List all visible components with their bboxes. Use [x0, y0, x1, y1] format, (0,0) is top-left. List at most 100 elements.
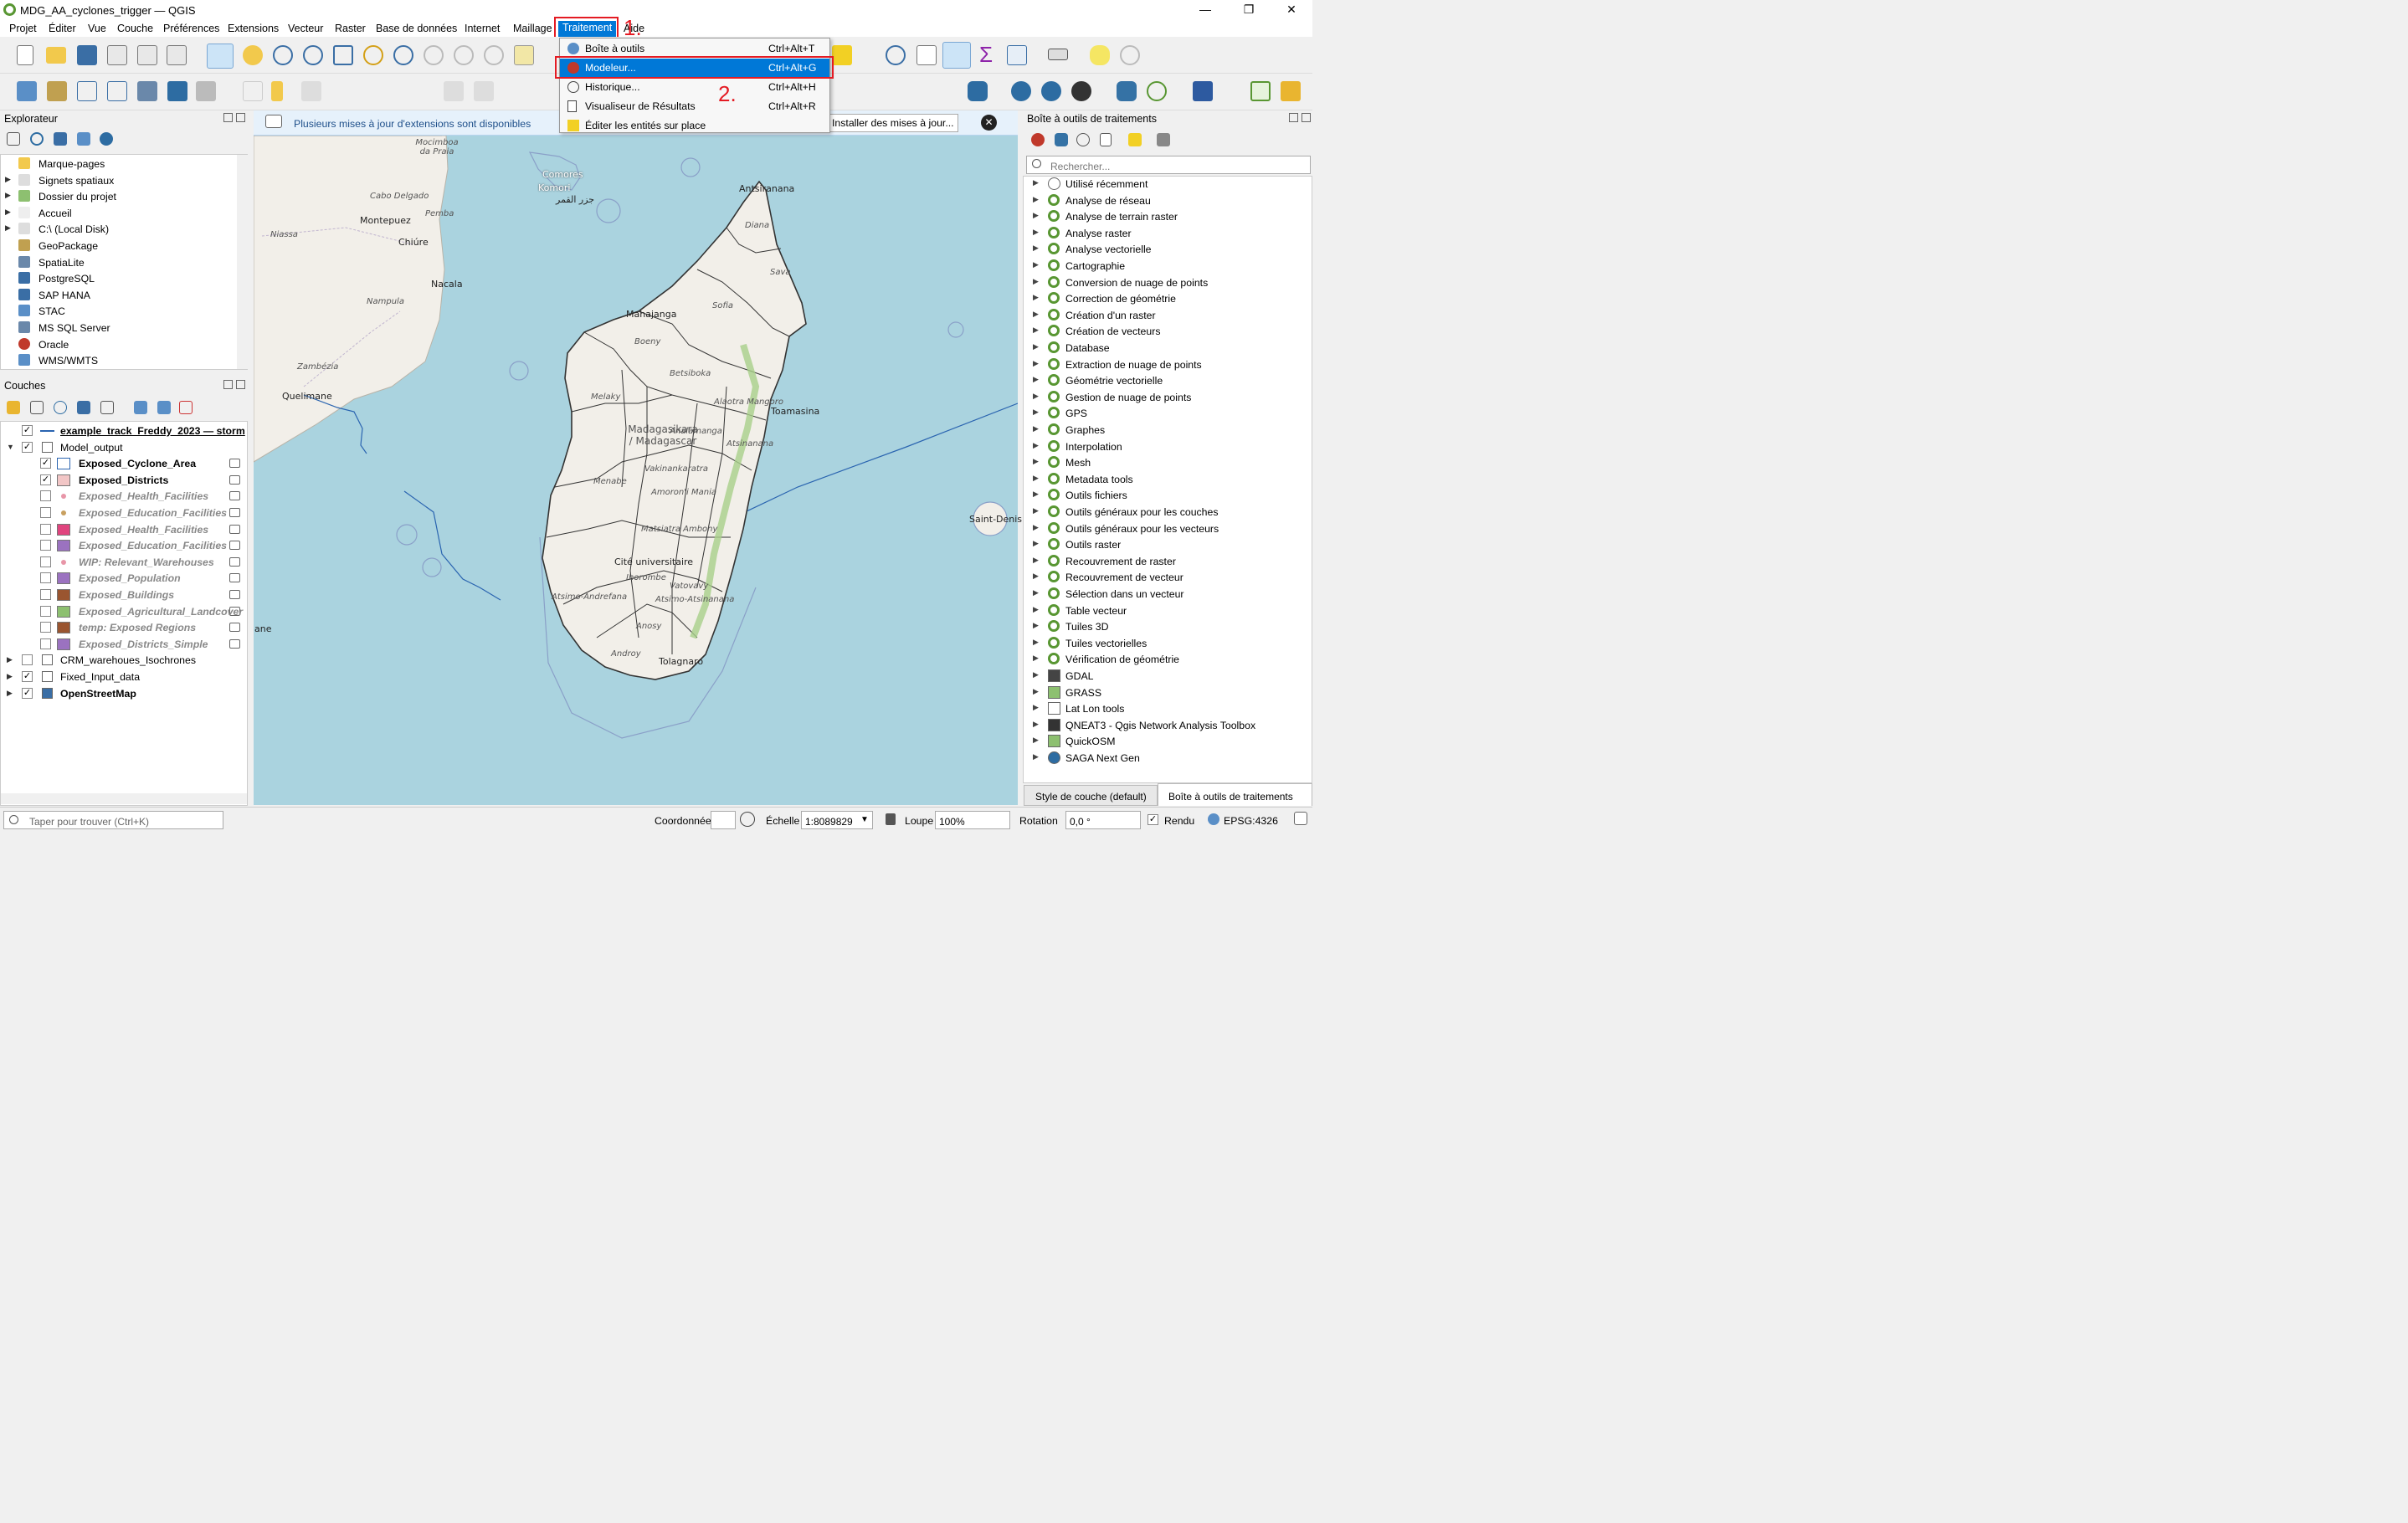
layer-visibility-checkbox[interactable]	[40, 507, 51, 518]
tools-icon[interactable]	[1281, 81, 1301, 101]
layer-visibility-checkbox[interactable]	[40, 540, 51, 551]
statistics-sigma-icon[interactable]: Σ	[979, 42, 993, 68]
menu-raster[interactable]: Raster	[335, 23, 366, 34]
expand-arrow-icon[interactable]: ▶	[1033, 490, 1039, 499]
crs-globe-icon[interactable]	[1208, 813, 1219, 825]
toolbox-provider[interactable]: ▶ Recouvrement de raster	[1026, 553, 1302, 570]
explorer-item[interactable]: PostgreSQL	[0, 270, 247, 287]
expand-arrow-icon[interactable]: ▶	[1033, 572, 1039, 581]
layer-visibility-checkbox[interactable]	[40, 622, 51, 633]
filter-expression-icon[interactable]	[100, 401, 114, 414]
layer-table-icon[interactable]	[229, 590, 240, 599]
install-updates-button[interactable]: Installer des mises à jour...	[828, 114, 958, 132]
expand-arrow-icon[interactable]: ▶	[1033, 392, 1039, 401]
toolbox-provider[interactable]: ▶ Extraction de nuage de points	[1026, 356, 1302, 373]
crs-label[interactable]: EPSG:4326	[1224, 815, 1278, 827]
database-icon[interactable]	[968, 81, 988, 101]
layer-visibility-checkbox[interactable]	[40, 589, 51, 600]
expand-arrow-icon[interactable]: ▶	[1033, 703, 1039, 712]
open-field-calculator-icon[interactable]	[1007, 45, 1027, 65]
map-canvas[interactable]	[254, 136, 1018, 805]
layer-visibility-checkbox[interactable]	[40, 605, 51, 617]
explorer-item[interactable]: ▶ Dossier du projet	[0, 188, 247, 205]
properties-info-icon[interactable]	[100, 132, 113, 146]
expand-arrow-icon[interactable]: ▶	[5, 175, 11, 184]
zoom-next-icon[interactable]	[484, 45, 504, 65]
expand-arrow-icon[interactable]: ▶	[1033, 506, 1039, 515]
expand-arrow-icon[interactable]: ▶	[1033, 605, 1039, 614]
explorer-close-icon[interactable]	[236, 113, 245, 122]
layer-item[interactable]: Exposed_Health_Facilities	[0, 488, 247, 505]
history-icon[interactable]	[1076, 133, 1090, 146]
layer-visibility-checkbox[interactable]	[40, 523, 51, 535]
toolbox-provider[interactable]: ▶ Outils fichiers	[1026, 487, 1302, 504]
expand-arrow-icon[interactable]: ▶	[7, 689, 13, 698]
toolbox-provider[interactable]: ▶ Géométrie vectorielle	[1026, 372, 1302, 389]
expand-arrow-icon[interactable]: ▶	[1033, 228, 1039, 237]
toolbox-provider[interactable]: ▶ Analyse raster	[1026, 225, 1302, 242]
layer-visibility-checkbox[interactable]: ✓	[22, 425, 33, 436]
layer-item[interactable]: temp: Exposed Regions	[0, 619, 247, 636]
expand-arrow-icon[interactable]: ▶	[7, 655, 13, 664]
save-edits-icon[interactable]	[301, 81, 321, 101]
add-mesh-layer-icon[interactable]	[196, 81, 216, 101]
scripts-icon[interactable]	[1055, 133, 1068, 146]
plugin-search-icon[interactable]	[1147, 81, 1167, 101]
layer-table-icon[interactable]	[229, 638, 240, 649]
layer-item[interactable]: ✓ example_track_Freddy_2023 — storm	[0, 423, 247, 439]
toolbox-provider[interactable]: ▶ Interpolation	[1026, 438, 1302, 455]
add-wms-layer-icon[interactable]	[167, 81, 187, 101]
expand-arrow-icon[interactable]: ▶	[1033, 211, 1039, 220]
expand-arrow-icon[interactable]: ▶	[1033, 310, 1039, 319]
locator-search-input[interactable]: Taper pour trouver (Ctrl+K)	[3, 811, 223, 829]
layer-table-icon[interactable]	[229, 474, 240, 485]
expand-arrow-icon[interactable]: ▶	[1033, 326, 1039, 335]
expand-arrow-icon[interactable]: ▶	[1033, 687, 1039, 696]
layer-table-icon[interactable]	[229, 541, 240, 551]
toolbox-provider[interactable]: ▶ Outils généraux pour les vecteurs	[1026, 520, 1302, 537]
expand-arrow-icon[interactable]: ▶	[1033, 523, 1039, 532]
menu-base-de-donnees[interactable]: Base de données	[376, 23, 457, 34]
layer-visibility-checkbox[interactable]: ✓	[22, 671, 33, 682]
close-notification-icon[interactable]: ✕	[981, 115, 997, 131]
collapse-all-layers-icon[interactable]	[157, 401, 171, 414]
settings-gear-icon[interactable]	[1120, 45, 1140, 65]
cut-features-icon[interactable]	[474, 81, 494, 101]
expand-arrow-icon[interactable]: ▶	[1033, 408, 1039, 417]
zoom-spinbox[interactable]: 100%	[935, 811, 1010, 829]
layer-item[interactable]: Exposed_Health_Facilities	[0, 521, 247, 538]
layer-table-icon[interactable]	[229, 491, 240, 501]
identify-icon[interactable]	[886, 45, 906, 65]
expand-arrow-icon[interactable]: ▶	[1033, 375, 1039, 384]
toggle-editing-icon[interactable]	[271, 81, 283, 101]
minimize-button[interactable]: —	[1189, 3, 1222, 16]
expand-arrow-icon[interactable]: ▶	[1033, 441, 1039, 450]
layer-item[interactable]: ▶ CRM_warehoues_Isochrones	[0, 652, 247, 669]
layer-item[interactable]: ▶ ✓ OpenStreetMap	[0, 685, 247, 702]
results-viewer-icon[interactable]	[1100, 133, 1112, 146]
map-tips-icon[interactable]	[1090, 45, 1110, 65]
expand-arrow-icon[interactable]: ▶	[1033, 720, 1039, 729]
layer-item[interactable]: ✓ Exposed_Districts	[0, 472, 247, 489]
menuitem-historique[interactable]: Historique... Ctrl+Alt+H	[560, 78, 829, 97]
globe-search-icon[interactable]	[1041, 81, 1061, 101]
toolbox-provider[interactable]: ▶ Correction de géométrie	[1026, 290, 1302, 307]
menu-preferences[interactable]: Préférences	[163, 23, 219, 34]
toolbox-close-icon[interactable]	[1302, 113, 1311, 122]
visibility-eye-icon[interactable]	[54, 401, 67, 414]
help-icon[interactable]	[1193, 81, 1213, 101]
toolbox-provider[interactable]: ▶ GDAL	[1026, 668, 1302, 685]
toolbox-provider[interactable]: ▶ Tuiles vectorielles	[1026, 635, 1302, 652]
layer-visibility-checkbox[interactable]	[40, 638, 51, 649]
expand-arrow-icon[interactable]: ▶	[1033, 539, 1039, 548]
explorer-item[interactable]: WMS/WMTS	[0, 352, 247, 369]
zoom-plugin-icon[interactable]	[1250, 81, 1271, 101]
delete-selected-icon[interactable]	[444, 81, 464, 101]
toolbox-provider[interactable]: ▶ Graphes	[1026, 422, 1302, 438]
menu-couche[interactable]: Couche	[117, 23, 153, 34]
layer-table-icon[interactable]	[229, 573, 240, 583]
explorer-item[interactable]: STAC	[0, 303, 247, 320]
layer-item[interactable]: ▶ ✓ Fixed_Input_data	[0, 669, 247, 685]
tab-processing-toolbox[interactable]: Boîte à outils de traitements	[1158, 783, 1312, 806]
expand-arrow-icon[interactable]: ▼	[7, 443, 14, 451]
